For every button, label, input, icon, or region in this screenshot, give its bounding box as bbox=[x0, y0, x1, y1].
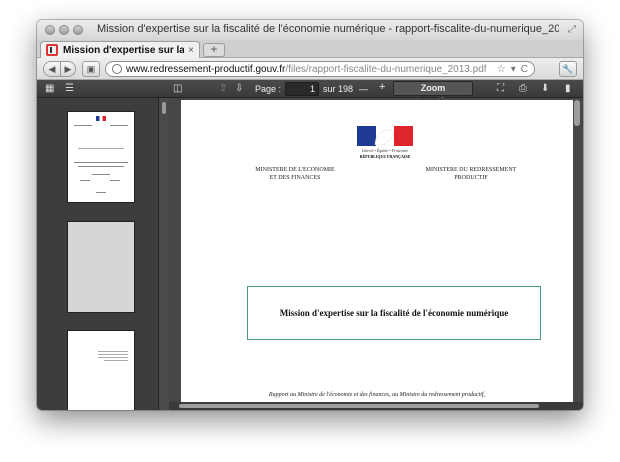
url-path: /files/rapport-fiscalite-du-numerique_20… bbox=[285, 63, 487, 75]
presentation-mode-icon[interactable]: ⛶ bbox=[497, 82, 504, 96]
outline-list-icon[interactable]: ☰ bbox=[65, 82, 74, 96]
globe-icon bbox=[112, 64, 122, 74]
fullscreen-icon[interactable]: ⤢ bbox=[568, 24, 576, 35]
pdf-favicon-icon bbox=[46, 44, 58, 56]
report-subtitle: Rapport au Ministre de l'économie et des… bbox=[268, 392, 486, 398]
previous-page-icon[interactable]: ⇧ bbox=[219, 82, 227, 96]
page-thumbnail-3[interactable] bbox=[68, 331, 134, 410]
mission-title-box: Mission d'expertise sur la fiscalité de … bbox=[247, 286, 541, 340]
ministry-productive-line2: PRODUCTIF bbox=[454, 175, 488, 181]
back-button[interactable]: ◀ bbox=[43, 61, 61, 77]
home-icon: ▣ bbox=[86, 63, 96, 74]
marianne-profile-icon bbox=[374, 129, 394, 145]
sidebar-toggle-icon[interactable]: ◫ bbox=[173, 82, 182, 96]
navigation-bar: ◀ ▶ ▣ www.redressement-productif.gouv.fr… bbox=[37, 58, 583, 80]
thumbnail-sidebar bbox=[37, 98, 159, 410]
pdf-page: Liberté • Égalité • Fraternité RÉPUBLIQU… bbox=[181, 100, 573, 410]
browser-window: Mission d'expertise sur la fiscalité de … bbox=[37, 20, 583, 410]
title-bar: Mission d'expertise sur la fiscalité de … bbox=[37, 20, 583, 40]
pdf-viewer: Liberté • Égalité • Fraternité RÉPUBLIQU… bbox=[169, 98, 583, 410]
viewer-vertical-scrollbar[interactable] bbox=[574, 100, 580, 400]
zoom-in-button[interactable]: + bbox=[379, 81, 385, 93]
wrench-icon: 🔧 bbox=[562, 63, 574, 74]
bookmark-star-icon[interactable]: ☆ bbox=[497, 64, 506, 75]
window-title: Mission d'expertise sur la fiscalité de … bbox=[97, 23, 559, 35]
page-total: sur 198 bbox=[323, 84, 354, 94]
republic-motto: Liberté • Égalité • Fraternité bbox=[361, 148, 409, 153]
mission-title: Mission d'expertise sur la fiscalité de … bbox=[279, 308, 509, 318]
download-icon[interactable]: ⬇ bbox=[541, 82, 549, 96]
bookmark-icon[interactable]: ▮ bbox=[565, 82, 571, 96]
republique-francaise-label: RÉPUBLIQUE FRANÇAISE bbox=[359, 154, 411, 159]
ministry-productive-recovery: MINISTERE DU REDRESSEMENT PRODUCTIF bbox=[421, 166, 521, 182]
tab-label: Mission d'expertise sur la fiscal... bbox=[63, 44, 185, 56]
next-page-icon[interactable]: ⇩ bbox=[235, 82, 243, 96]
url-bar[interactable]: www.redressement-productif.gouv.fr/files… bbox=[105, 61, 535, 77]
home-button[interactable]: ▣ bbox=[82, 61, 100, 77]
viewer-horizontal-scrollbar[interactable] bbox=[169, 402, 583, 410]
new-tab-button[interactable]: + bbox=[203, 43, 225, 57]
tools-button[interactable]: 🔧 bbox=[559, 61, 577, 77]
pdf-toolbar: ▦ ☰ ◫ ⇧ ⇩ Page : 1 sur 198 — + Zoom auto… bbox=[37, 80, 583, 106]
print-icon[interactable]: ⎙ bbox=[519, 82, 527, 96]
thumbnail-grid-icon[interactable]: ▦ bbox=[45, 82, 54, 96]
forward-arrow-icon: ▶ bbox=[64, 63, 72, 74]
sidebar-scroll-thumb[interactable] bbox=[162, 102, 166, 114]
zoom-out-button[interactable]: — bbox=[359, 83, 368, 95]
tab-bar: Mission d'expertise sur la fiscal... × + bbox=[37, 40, 583, 58]
ministry-productive-line1: MINISTERE DU REDRESSEMENT bbox=[425, 167, 517, 173]
tab-pdf[interactable]: Mission d'expertise sur la fiscal... × bbox=[40, 41, 200, 58]
back-arrow-icon: ◀ bbox=[48, 63, 56, 74]
tab-close-icon[interactable]: × bbox=[188, 45, 194, 56]
zoom-select[interactable]: Zoom automatique bbox=[393, 81, 473, 106]
viewer-vertical-scroll-thumb[interactable] bbox=[574, 100, 580, 126]
close-window-button[interactable] bbox=[45, 25, 55, 35]
page-number-input[interactable]: 1 bbox=[285, 82, 319, 96]
page-thumbnail-1[interactable] bbox=[68, 112, 134, 202]
minimize-window-button[interactable] bbox=[59, 25, 69, 35]
page-label: Page : bbox=[255, 84, 282, 94]
zoom-window-button[interactable] bbox=[73, 25, 83, 35]
url-dropdown-icon[interactable]: ▾ bbox=[511, 64, 516, 75]
ministry-economy: MINISTERE DE L'ECONOMIE ET DES FINANCES bbox=[245, 166, 345, 182]
ministry-economy-line2: ET DES FINANCES bbox=[269, 175, 321, 181]
viewer-horizontal-scroll-thumb[interactable] bbox=[179, 404, 539, 408]
url-domain: www.redressement-productif.gouv.fr bbox=[126, 63, 286, 75]
sidebar-scrollbar[interactable] bbox=[159, 98, 169, 410]
page-thumbnail-2[interactable] bbox=[68, 222, 134, 312]
forward-button[interactable]: ▶ bbox=[61, 61, 76, 77]
reload-icon[interactable]: C bbox=[521, 64, 528, 75]
thumbnail-flag-icon bbox=[96, 116, 106, 121]
ministry-economy-line1: MINISTERE DE L'ECONOMIE bbox=[255, 167, 335, 173]
